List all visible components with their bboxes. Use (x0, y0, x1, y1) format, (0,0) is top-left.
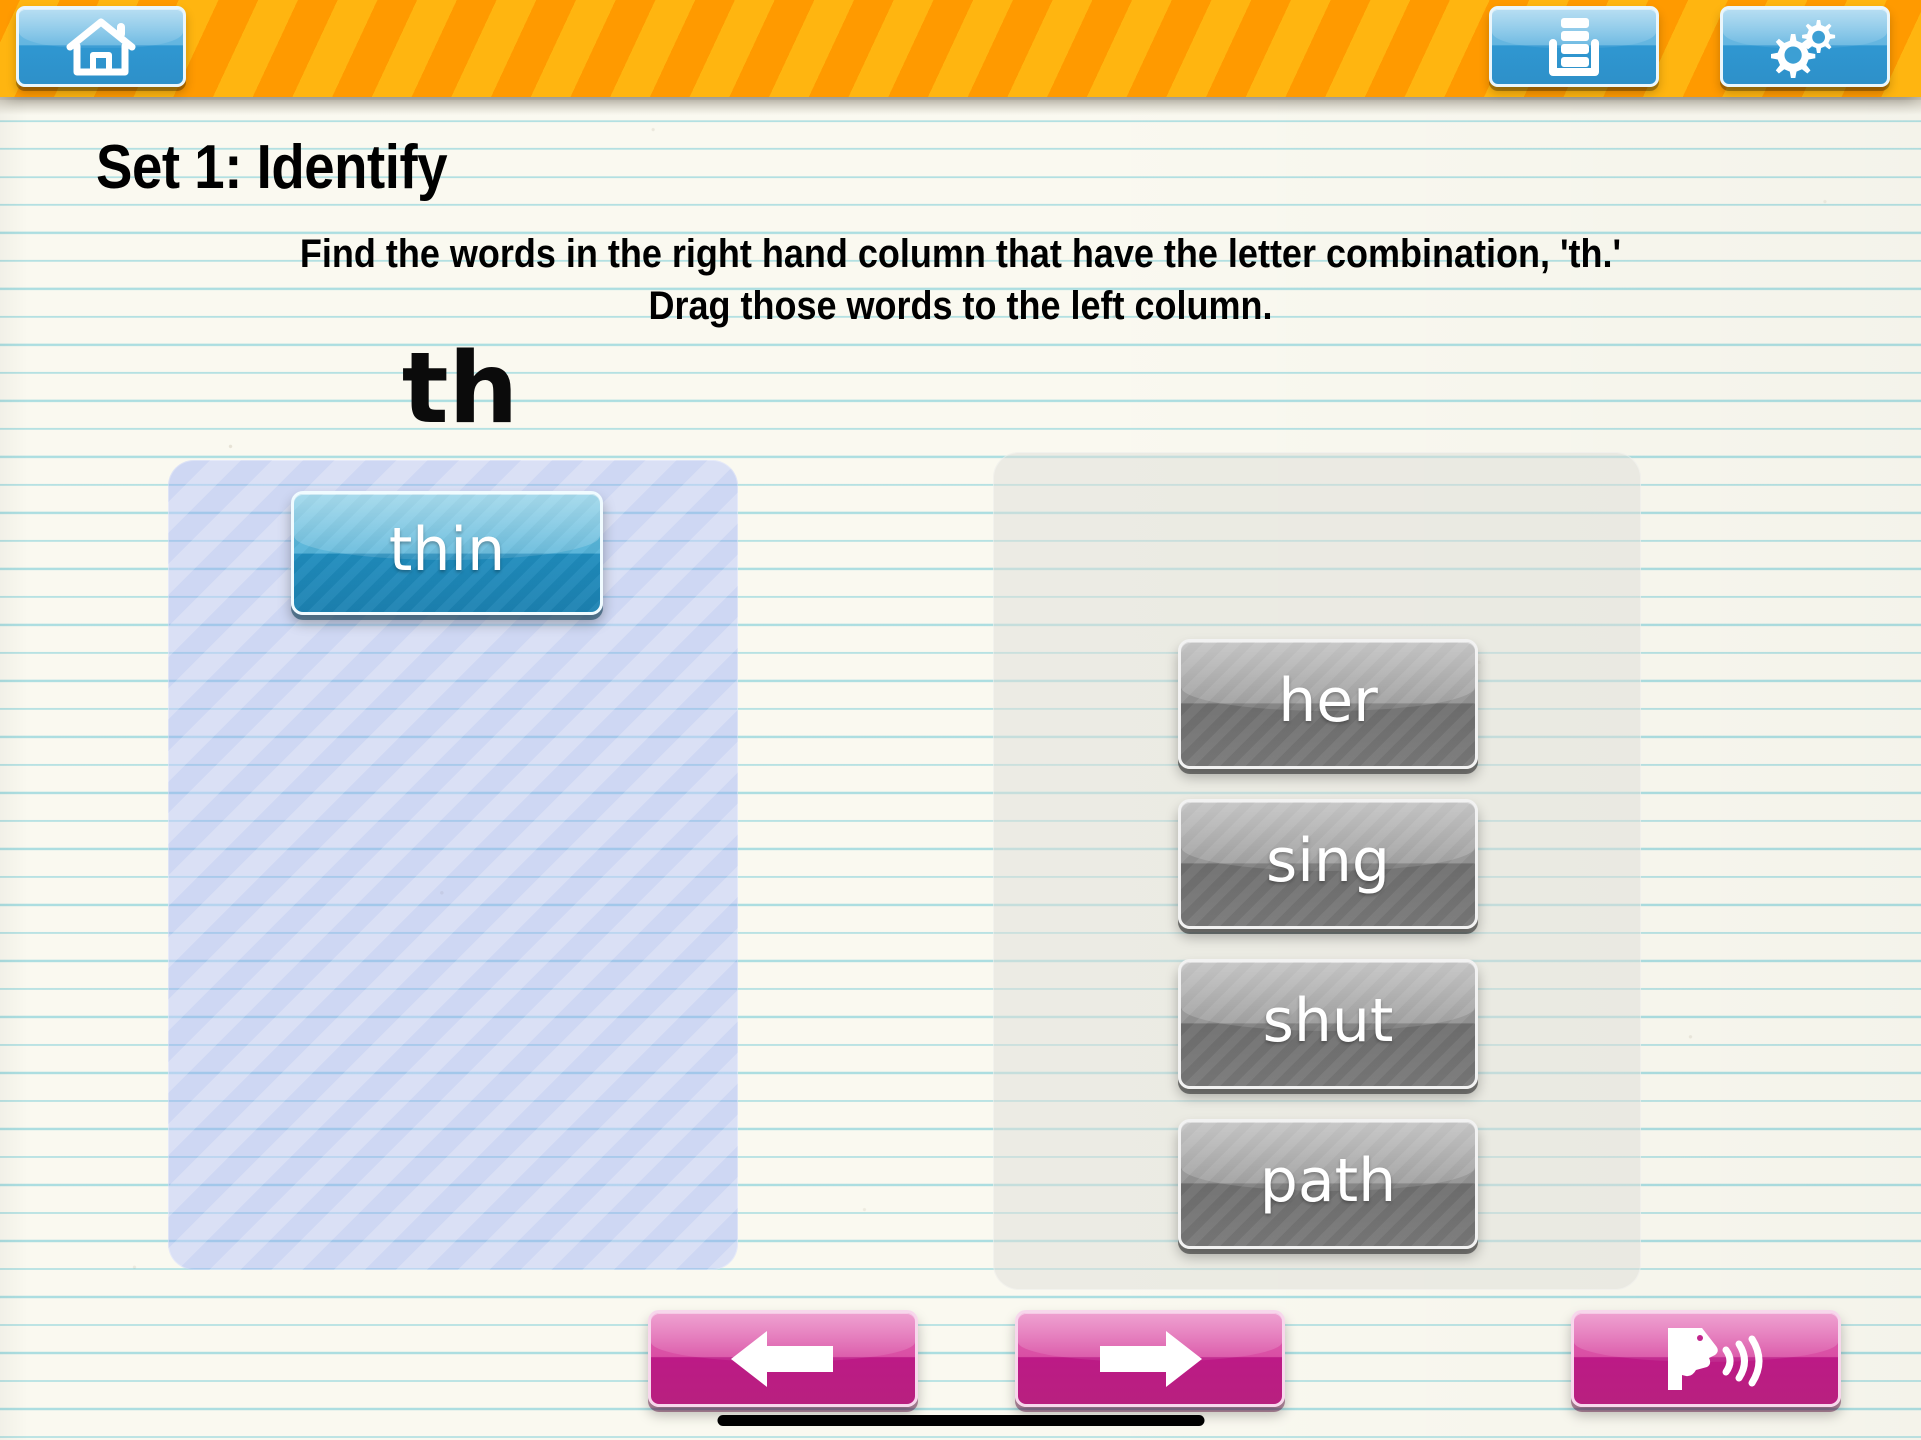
word-tile[interactable]: her (1178, 639, 1478, 769)
word-tile-placed[interactable]: thin (291, 491, 603, 615)
letter-pattern-label: th (401, 332, 519, 446)
word-tile[interactable]: sing (1178, 799, 1478, 929)
word-tile-label: thin (388, 515, 506, 585)
instruction-line-2: Drag those words to the left column. (648, 284, 1273, 328)
word-tile-label: path (1259, 1146, 1397, 1216)
word-tile-label: shut (1262, 986, 1394, 1056)
wordlist-button[interactable] (1489, 6, 1659, 87)
previous-button[interactable] (648, 1310, 918, 1407)
word-tile-label: sing (1265, 826, 1391, 896)
instruction-line-1: Find the words in the right hand column … (299, 232, 1622, 276)
page-title: Set 1: Identify (96, 133, 448, 202)
home-button[interactable] (16, 6, 186, 87)
speak-button[interactable] (1571, 1310, 1841, 1407)
word-tile[interactable]: shut (1178, 959, 1478, 1089)
word-tile[interactable]: path (1178, 1119, 1478, 1249)
settings-button[interactable] (1720, 6, 1890, 87)
word-tile-label: her (1278, 666, 1378, 736)
home-indicator (717, 1415, 1204, 1426)
instructions: Find the words in the right hand column … (0, 228, 1921, 332)
top-toolbar (0, 0, 1921, 97)
next-button[interactable] (1015, 1310, 1285, 1407)
